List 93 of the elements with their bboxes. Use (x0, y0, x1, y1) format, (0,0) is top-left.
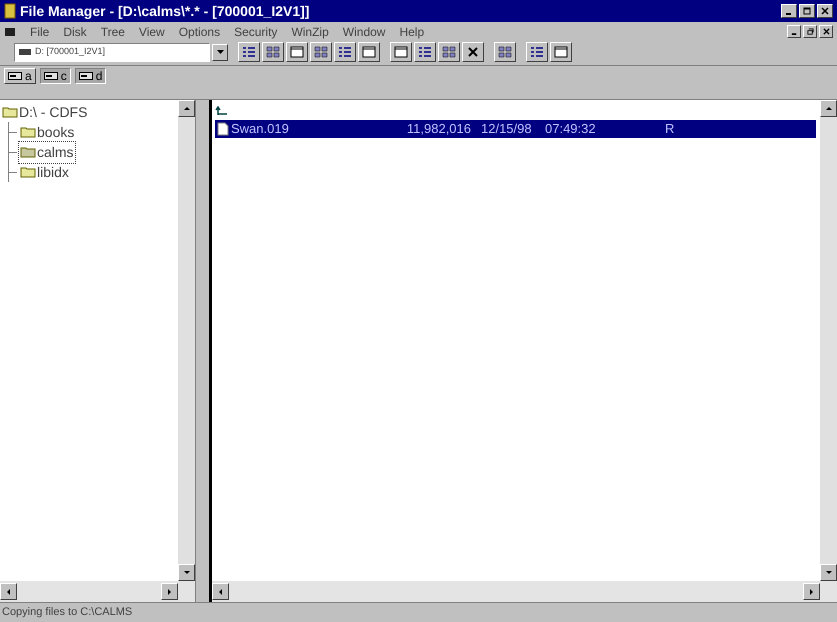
scroll-button[interactable] (803, 583, 820, 600)
file-row[interactable]: Swan.019 11,982,016 12/15/98 07:49:32 R (215, 120, 816, 138)
menu-item[interactable]: Help (399, 22, 424, 40)
up-arrow-icon (182, 104, 191, 113)
drive-icon (19, 49, 31, 55)
toolbar-button[interactable] (238, 42, 260, 62)
folder-icon (20, 166, 36, 178)
scroll-button[interactable] (212, 583, 229, 600)
folder-item[interactable]: D:\ - CDFS (2, 102, 178, 122)
horizontal-scrollbar[interactable] (212, 581, 837, 602)
menu-item[interactable]: View (138, 22, 165, 40)
list-icon (338, 46, 352, 58)
window-icon (290, 46, 304, 58)
file-date: 12/15/98 (481, 120, 533, 138)
drive-icon (44, 72, 58, 80)
list-icon (530, 46, 544, 58)
menu-item[interactable]: WinZip (291, 22, 329, 40)
list-icon (242, 46, 256, 58)
toolbar-button[interactable] (438, 42, 460, 62)
close-icon (821, 7, 829, 15)
close-button[interactable] (817, 4, 833, 18)
up-arrow-icon (215, 106, 229, 116)
drive-button[interactable]: d (74, 68, 106, 84)
toolbar-button[interactable] (526, 42, 548, 62)
file-size: 11,982,016 (406, 120, 471, 138)
folder-icon (2, 106, 18, 118)
scroll-button[interactable] (820, 564, 837, 581)
maximize-button[interactable] (799, 4, 815, 18)
toolbar-button[interactable] (390, 42, 412, 62)
vertical-scrollbar[interactable] (820, 100, 837, 581)
scroll-button[interactable] (178, 100, 195, 117)
restore-icon (806, 28, 814, 35)
menu-item[interactable]: Security (234, 22, 278, 40)
scroll-button[interactable] (0, 583, 17, 600)
maximize-icon (803, 7, 811, 15)
grid-icon (442, 46, 456, 58)
drive-name: D: [700001_I2V1] (35, 45, 106, 58)
up-arrow-icon (824, 104, 833, 113)
toolbar-button[interactable] (310, 42, 332, 62)
splitter[interactable] (195, 100, 212, 602)
menu-item[interactable]: Disk (63, 22, 87, 40)
file-time: 07:49:32 (545, 120, 597, 138)
toolbar-button[interactable] (334, 42, 356, 62)
close-icon (468, 47, 478, 57)
scroll-button[interactable] (820, 100, 837, 117)
window-icon (362, 46, 376, 58)
menu-item[interactable]: Options (178, 22, 220, 40)
caret-icon (216, 50, 224, 54)
window-icon (394, 46, 408, 58)
drive-combo[interactable]: D: [700001_I2V1] (14, 42, 210, 62)
folder-icon (20, 126, 36, 138)
toolbar-button[interactable] (262, 42, 284, 62)
delete-button[interactable] (462, 42, 484, 62)
scroll-button[interactable] (161, 583, 178, 600)
status-text: Copying files to C:\CALMS (2, 605, 132, 620)
toolbar-button[interactable] (550, 42, 572, 62)
file-name: Swan.019 (231, 120, 290, 138)
file-icon (217, 122, 229, 136)
horizontal-scrollbar[interactable] (0, 581, 195, 602)
folder-item[interactable]: books (18, 120, 76, 144)
list-icon (418, 46, 432, 58)
window-title: File Manager - [D:\calms\*.* - [700001_I2V1]] (20, 2, 310, 21)
folder-item[interactable]: libidx (18, 160, 71, 184)
toolbar-button[interactable] (286, 42, 308, 62)
folder-icon (20, 146, 36, 158)
grid-icon (266, 46, 280, 58)
menu-item[interactable]: Tree (100, 22, 125, 40)
right-arrow-icon (165, 587, 174, 596)
file-attributes: R (665, 120, 674, 138)
close-icon (822, 28, 830, 35)
drive-icon (8, 72, 22, 80)
grid-icon (498, 46, 512, 58)
menu-item[interactable]: File (30, 22, 50, 40)
right-arrow-icon (807, 587, 816, 596)
scroll-button[interactable] (178, 564, 195, 581)
dropdown-button[interactable] (212, 44, 228, 60)
toolbar-button[interactable] (494, 42, 516, 62)
down-arrow-icon (824, 568, 833, 577)
grid-icon (314, 46, 328, 58)
vertical-scrollbar[interactable] (178, 100, 195, 581)
menu-item[interactable]: Window (342, 22, 386, 40)
down-arrow-icon (182, 568, 191, 577)
close-button[interactable] (819, 25, 833, 38)
drive-button[interactable]: a (4, 68, 36, 84)
folder-item[interactable]: calms (18, 140, 76, 164)
restore-button[interactable] (803, 25, 817, 38)
window-icon (554, 46, 568, 58)
drive-icon (78, 72, 93, 80)
minimize-button[interactable] (787, 25, 801, 38)
toolbar-button[interactable] (414, 42, 436, 62)
toolbar-button[interactable] (358, 42, 380, 62)
drive-button[interactable]: c (40, 68, 71, 84)
minimize-button[interactable] (781, 4, 797, 18)
